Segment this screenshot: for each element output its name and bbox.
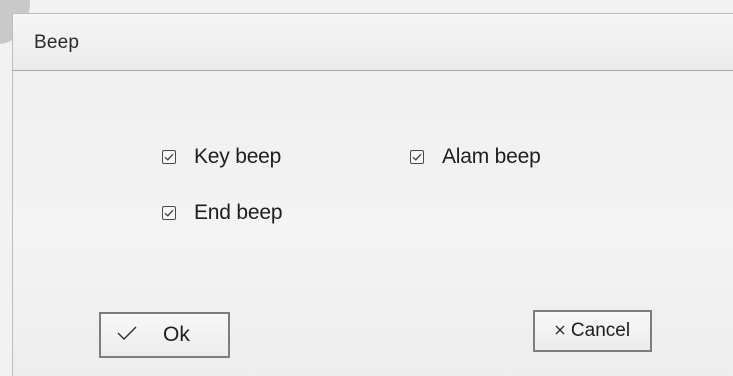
key-beep-label: Key beep — [194, 145, 282, 168]
ok-button[interactable]: Ok — [99, 312, 230, 358]
checkmark-icon — [164, 209, 174, 217]
screen: Beep Key beep Alam beep End beep Ok Canc… — [0, 0, 733, 376]
alam-beep-checkbox[interactable] — [410, 150, 424, 164]
end-beep-label: End beep — [194, 201, 283, 224]
title-bar: Beep — [13, 14, 733, 71]
alam-beep-option[interactable]: Alam beep — [410, 145, 541, 169]
key-beep-option[interactable]: Key beep — [162, 145, 281, 169]
check-icon — [117, 326, 137, 345]
cancel-button[interactable]: Cancel — [533, 310, 652, 352]
key-beep-checkbox[interactable] — [162, 150, 176, 164]
checkmark-icon — [164, 153, 174, 161]
ok-label: Ok — [163, 323, 190, 346]
cancel-label: Cancel — [570, 320, 631, 341]
alam-beep-label: Alam beep — [442, 145, 541, 168]
end-beep-checkbox[interactable] — [162, 206, 176, 220]
close-icon — [555, 322, 565, 340]
checkmark-icon — [412, 153, 422, 161]
beep-dialog: Beep Key beep Alam beep End beep Ok Canc… — [12, 13, 733, 376]
end-beep-option[interactable]: End beep — [162, 201, 283, 225]
dialog-content: Key beep Alam beep End beep Ok Cancel — [13, 71, 733, 376]
dialog-title: Beep — [34, 32, 80, 53]
